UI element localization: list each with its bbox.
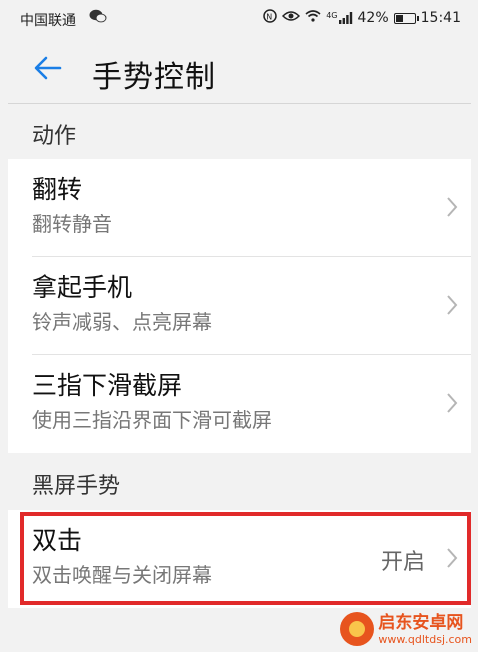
watermark: 启东安卓网 www.qdltdsj.com [340, 612, 472, 646]
status-icons: N 4G 42% 15:41 [263, 9, 461, 27]
list-item-three-finger-screenshot[interactable]: 三指下滑截屏 使用三指沿界面下滑可截屏 [8, 355, 471, 453]
list-item-title: 拿起手机 [32, 273, 133, 302]
list-item-subtitle: 铃声减弱、点亮屏幕 [32, 310, 212, 334]
divider [8, 103, 471, 104]
eye-icon [282, 10, 301, 26]
list-item-subtitle: 翻转静音 [32, 212, 112, 236]
list-item-flip[interactable]: 翻转 翻转静音 [8, 159, 471, 257]
list-item-pick-up[interactable]: 拿起手机 铃声减弱、点亮屏幕 [8, 257, 471, 355]
section-header-screen-off-gestures: 黑屏手势 [32, 474, 121, 499]
status-bar: 中国联通 N 4G 42% 15:41 [8, 0, 471, 36]
watermark-title: 启东安卓网 [378, 612, 464, 633]
network-type: 4G [326, 11, 338, 20]
list-item-title: 翻转 [32, 175, 83, 204]
clock: 15:41 [420, 10, 461, 26]
chevron-right-icon [447, 197, 458, 217]
page-title: 手势控制 [92, 60, 216, 95]
chevron-right-icon [447, 295, 458, 315]
watermark-url: www.qdltdsj.com [378, 632, 472, 646]
battery-icon [393, 12, 419, 24]
battery-percent: 42% [357, 10, 389, 26]
wechat-icon [89, 9, 107, 27]
signal-icon: 4G [326, 12, 352, 24]
nfc-icon: N [263, 9, 277, 27]
arrow-left-icon[interactable] [30, 50, 66, 86]
actions-list: 翻转 翻转静音 拿起手机 铃声减弱、点亮屏幕 三指下滑截屏 使用三指沿界面下滑可… [8, 159, 471, 453]
app-bar: 手势控制 [8, 36, 471, 104]
chevron-right-icon [447, 393, 458, 413]
highlight-box [20, 512, 471, 605]
wifi-icon [305, 10, 321, 26]
watermark-logo-icon [340, 612, 375, 646]
screen: 中国联通 N 4G 42% 15:41 手势控制 动作 翻转 翻转静音 拿起手机… [8, 0, 471, 652]
svg-text:N: N [266, 13, 272, 22]
list-item-subtitle: 使用三指沿界面下滑可截屏 [32, 408, 272, 432]
carrier-name: 中国联通 [20, 13, 76, 29]
list-item-title: 三指下滑截屏 [32, 371, 183, 400]
section-header-actions: 动作 [32, 124, 77, 149]
